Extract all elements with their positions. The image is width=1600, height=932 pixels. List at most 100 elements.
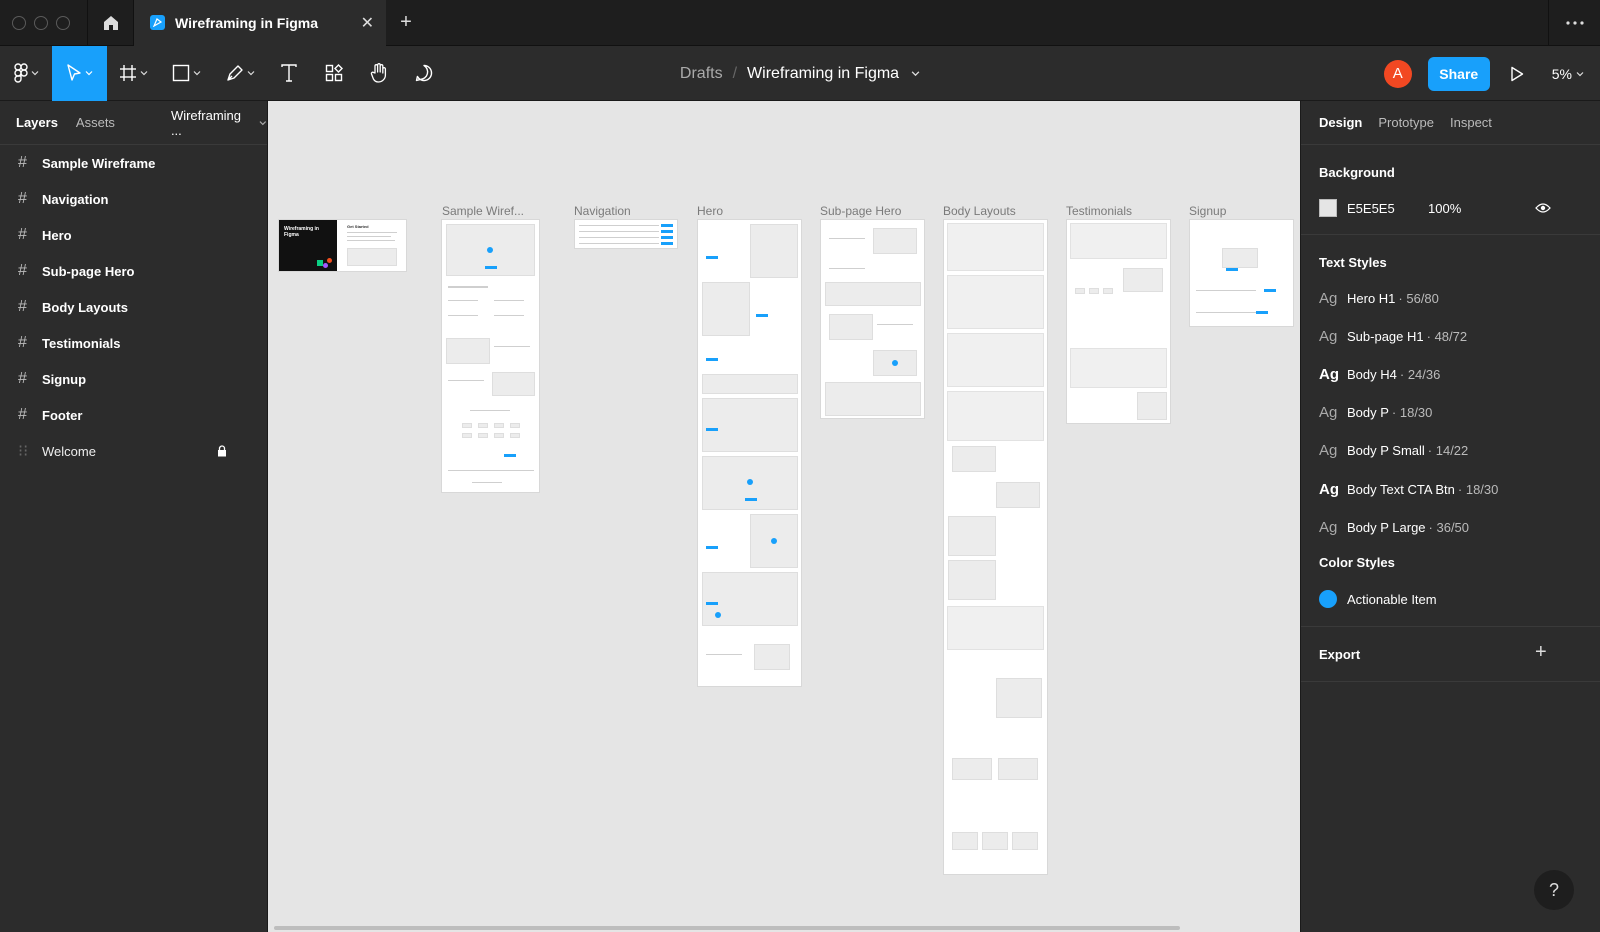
- logo-placeholder: [478, 423, 488, 428]
- avatar[interactable]: A: [1383, 59, 1412, 88]
- layer-label: Footer: [42, 407, 83, 423]
- text-style-item[interactable]: Ag Body P · 18/30: [1319, 402, 1432, 422]
- breadcrumb-drafts[interactable]: Drafts: [680, 65, 723, 83]
- text-line: [448, 300, 478, 301]
- logo-placeholder: [494, 423, 504, 428]
- canvas[interactable]: Wireframing in Figma Get Started Sample …: [268, 101, 1300, 932]
- layer-item[interactable]: # Sub-page Hero: [0, 253, 267, 289]
- logo-placeholder: [510, 423, 520, 428]
- layout-block: [947, 275, 1044, 329]
- text-line: [448, 315, 478, 316]
- text-style-item[interactable]: Ag Body P Small · 14/22: [1319, 440, 1468, 460]
- file-tab[interactable]: Wireframing in Figma ✕: [134, 0, 386, 46]
- layer-item[interactable]: # Signup: [0, 361, 267, 397]
- tab-design[interactable]: Design: [1319, 115, 1362, 130]
- body-layouts-frame[interactable]: [943, 219, 1048, 875]
- layer-item[interactable]: # Testimonials: [0, 325, 267, 361]
- tab-assets[interactable]: Assets: [76, 115, 115, 130]
- frame-label[interactable]: Body Layouts: [943, 204, 1016, 218]
- layout-block: [947, 223, 1044, 271]
- frame-label[interactable]: Sample Wiref...: [442, 204, 524, 218]
- frame-label[interactable]: Hero: [697, 204, 723, 218]
- image-placeholder: [998, 758, 1038, 780]
- close-window-button[interactable]: [12, 15, 26, 30]
- text-style-item[interactable]: Ag Body H4 · 24/36: [1319, 364, 1440, 384]
- home-button[interactable]: [88, 0, 134, 46]
- comment-tool-button[interactable]: [401, 46, 447, 101]
- main-menu-button[interactable]: [0, 46, 52, 101]
- close-tab-icon[interactable]: ✕: [361, 13, 374, 33]
- layer-item[interactable]: # Navigation: [0, 181, 267, 217]
- move-tool-button[interactable]: [52, 45, 107, 101]
- text-icon: [281, 64, 297, 82]
- subpage-hero-frame[interactable]: [820, 219, 925, 419]
- frame-label[interactable]: Sub-page Hero: [820, 204, 901, 218]
- nav-button: [661, 242, 673, 245]
- layer-item[interactable]: # Body Layouts: [0, 289, 267, 325]
- help-button[interactable]: ?: [1534, 870, 1574, 910]
- text-tool-button[interactable]: [267, 46, 311, 101]
- testimonials-frame[interactable]: [1066, 219, 1171, 424]
- image-placeholder: [1123, 268, 1163, 292]
- cover-dark-panel: Wireframing in Figma: [279, 220, 337, 271]
- add-export-button[interactable]: +: [1535, 641, 1547, 664]
- frame-icon: [119, 65, 136, 81]
- nav-line: [579, 237, 659, 238]
- hand-tool-button[interactable]: [357, 46, 401, 101]
- layout-block: [947, 391, 1044, 441]
- image-placeholder: [952, 832, 978, 850]
- file-name[interactable]: Wireframing in Figma: [747, 65, 899, 83]
- frame-label[interactable]: Signup: [1189, 204, 1226, 218]
- layer-item[interactable]: # Hero: [0, 217, 267, 253]
- frame-label[interactable]: Navigation: [574, 204, 631, 218]
- text-line: [829, 268, 865, 269]
- text-style-name: Body Text CTA Btn: [1347, 481, 1455, 497]
- text-style-item[interactable]: Ag Hero H1 · 56/80: [1319, 288, 1439, 308]
- zoom-dropdown[interactable]: 5%: [1552, 66, 1584, 82]
- image-placeholder: [996, 482, 1040, 508]
- home-icon: [103, 15, 118, 30]
- background-opacity-input[interactable]: 100%: [1428, 201, 1461, 216]
- lock-icon[interactable]: [217, 445, 227, 457]
- hero-frame[interactable]: [697, 219, 802, 687]
- layer-item[interactable]: # Sample Wireframe: [0, 145, 267, 181]
- sample-wireframe-frame[interactable]: [441, 219, 540, 493]
- cover-frame[interactable]: Wireframing in Figma Get Started: [278, 219, 407, 272]
- color-style-item[interactable]: Actionable Item: [1319, 589, 1437, 609]
- zoom-window-button[interactable]: [56, 15, 70, 30]
- eye-icon[interactable]: [1535, 202, 1551, 214]
- form-placeholder: [1222, 248, 1258, 268]
- cta-bar: [485, 266, 497, 269]
- layer-item[interactable]: # Footer: [0, 397, 267, 433]
- text-style-item[interactable]: Ag Body P Large · 36/50: [1319, 517, 1469, 537]
- minimize-window-button[interactable]: [34, 15, 48, 30]
- present-play-icon[interactable]: [1510, 66, 1524, 82]
- components-tool-button[interactable]: [311, 46, 357, 101]
- pen-tool-button[interactable]: [213, 46, 267, 101]
- locked-frame-icon: ⁝⁝: [18, 443, 29, 460]
- frame-label[interactable]: Testimonials: [1066, 204, 1132, 218]
- image-placeholder: [996, 678, 1042, 718]
- signup-frame[interactable]: [1189, 219, 1294, 327]
- background-hex-input[interactable]: E5E5E5: [1347, 201, 1395, 216]
- page-selector[interactable]: Wireframing ...: [171, 108, 267, 138]
- text-line: [470, 410, 510, 411]
- more-menu-button[interactable]: [1548, 0, 1600, 46]
- horizontal-scrollbar[interactable]: [274, 926, 1180, 930]
- text-style-item[interactable]: Ag Sub-page H1 · 48/72: [1319, 326, 1467, 346]
- text-style-item[interactable]: Ag Body Text CTA Btn · 18/30: [1319, 479, 1498, 499]
- layer-item-welcome[interactable]: ⁝⁝ Welcome: [0, 433, 267, 469]
- cover-subtitle: Get Started: [347, 224, 369, 229]
- frame-tool-button[interactable]: [107, 46, 159, 101]
- tab-prototype[interactable]: Prototype: [1378, 115, 1434, 130]
- navigation-frame[interactable]: [574, 219, 678, 249]
- new-tab-button[interactable]: +: [386, 0, 426, 46]
- layer-label: Body Layouts: [42, 299, 128, 315]
- shape-tool-button[interactable]: [159, 46, 213, 101]
- image-placeholder: [825, 282, 921, 306]
- chevron-down-icon[interactable]: [911, 69, 920, 78]
- share-button[interactable]: Share: [1427, 56, 1490, 91]
- tab-layers[interactable]: Layers: [16, 115, 58, 130]
- background-swatch[interactable]: [1319, 199, 1337, 217]
- tab-inspect[interactable]: Inspect: [1450, 115, 1492, 130]
